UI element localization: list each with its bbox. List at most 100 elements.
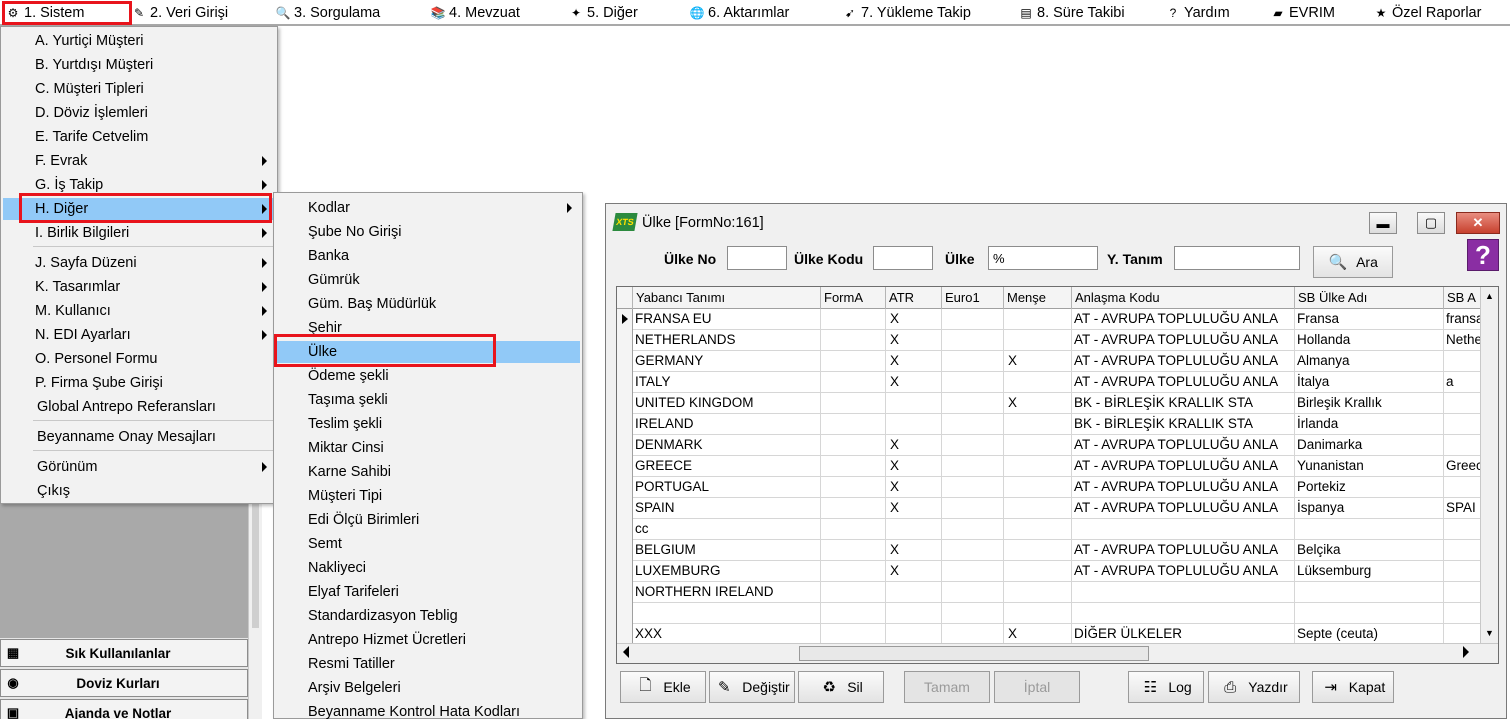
table-cell[interactable] [821, 498, 886, 519]
submenu-item-edi-olcu-birimleri[interactable]: Edi Ölçü Birimleri [276, 509, 580, 531]
table-cell[interactable]: X [886, 498, 942, 519]
table-cell[interactable] [1444, 603, 1484, 624]
table-row[interactable]: DENMARK X AT - AVRUPA TOPLULUĞU ANLA Danima… [617, 435, 1498, 456]
submenu-item-miktar-cinsi[interactable]: Miktar Cinsi [276, 437, 580, 459]
table-cell[interactable] [942, 414, 1004, 435]
table-cell[interactable] [821, 414, 886, 435]
table-cell[interactable]: X [886, 456, 942, 477]
table-cell[interactable] [942, 624, 1004, 645]
table-cell[interactable] [821, 330, 886, 351]
table-cell[interactable]: İtalya [1295, 372, 1444, 393]
table-cell[interactable] [942, 456, 1004, 477]
table-cell[interactable] [942, 351, 1004, 372]
table-row[interactable]: cc [617, 519, 1498, 540]
menu-item-i-birlik-bilgileri[interactable]: I. Birlik Bilgileri [3, 222, 275, 244]
submenu-item-antrepo-hizmet-ucretleri[interactable]: Antrepo Hizmet Ücretleri [276, 629, 580, 651]
scroll-right-arrow-icon[interactable] [1463, 646, 1469, 658]
table-row[interactable]: GERMANY X X AT - AVRUPA TOPLULUĞU ANLA Alman… [617, 351, 1498, 372]
table-cell[interactable]: X [1004, 393, 1072, 414]
table-cell[interactable]: AT - AVRUPA TOPLULUĞU ANLA [1072, 456, 1295, 477]
menu-item-p-firma-sube-girisi[interactable]: P. Firma Şube Girişi [3, 372, 275, 394]
table-cell[interactable] [942, 393, 1004, 414]
ulke-kodu-input[interactable] [873, 246, 933, 270]
left-panel-scrollbar[interactable] [248, 480, 262, 719]
submenu-item-tasima-sekli[interactable]: Taşıma şekli [276, 389, 580, 411]
table-row[interactable]: SPAIN X AT - AVRUPA TOPLULUĞU ANLA İspanya S… [617, 498, 1498, 519]
table-cell[interactable] [1004, 330, 1072, 351]
submenu-item-banka[interactable]: Banka [276, 245, 580, 267]
table-cell[interactable]: Greec [1444, 456, 1484, 477]
table-cell[interactable] [1004, 477, 1072, 498]
table-cell[interactable] [886, 393, 942, 414]
table-cell[interactable] [942, 498, 1004, 519]
table-cell[interactable]: DİĞER ÜLKELER [1072, 624, 1295, 645]
menu-item-global-antrepo-referanslari[interactable]: Global Antrepo Referansları [3, 396, 275, 418]
table-cell[interactable] [1444, 393, 1484, 414]
menu-4-mevzuat[interactable]: 📚 4. Mevzuat [431, 3, 520, 23]
table-cell[interactable] [1072, 519, 1295, 540]
menu-item-cikis[interactable]: Çıkış [3, 480, 275, 502]
column-header-yabanci-tanimi[interactable]: Yabancı Tanımı [633, 287, 821, 309]
menu-item-f-evrak[interactable]: F. Evrak [3, 150, 275, 172]
table-cell[interactable]: NORTHERN IRELAND [633, 582, 821, 603]
table-cell[interactable] [633, 603, 821, 624]
table-cell[interactable] [1444, 519, 1484, 540]
table-cell[interactable]: Birleşik Krallık [1295, 393, 1444, 414]
table-cell[interactable]: NETHERLANDS [633, 330, 821, 351]
table-cell[interactable]: X [886, 330, 942, 351]
submenu-item-karne-sahibi[interactable]: Karne Sahibi [276, 461, 580, 483]
column-header-sb-a[interactable]: SB A [1444, 287, 1484, 309]
table-cell[interactable] [1444, 477, 1484, 498]
table-row[interactable]: PORTUGAL X AT - AVRUPA TOPLULUĞU ANLA Porte… [617, 477, 1498, 498]
column-header-forma[interactable]: FormA [821, 287, 886, 309]
table-cell[interactable] [886, 624, 942, 645]
menu-yardim[interactable]: ? Yardım [1166, 3, 1230, 23]
table-cell[interactable] [942, 519, 1004, 540]
maximize-button[interactable]: ▢ [1417, 212, 1445, 234]
table-cell[interactable] [886, 414, 942, 435]
menu-3-sorgulama[interactable]: 🔍 3. Sorgulama [276, 3, 381, 23]
menu-item-d-doviz-islemleri[interactable]: D. Döviz İşlemleri [3, 102, 275, 124]
table-cell[interactable] [1004, 372, 1072, 393]
menu-item-h-diger[interactable]: H. Diğer [3, 198, 275, 220]
table-cell[interactable]: FRANSA EU [633, 309, 821, 330]
submenu-item-gum-bas-mudurluk[interactable]: Güm. Baş Müdürlük [276, 293, 580, 315]
table-cell[interactable]: LUXEMBURG [633, 561, 821, 582]
table-cell[interactable]: X [1004, 624, 1072, 645]
table-cell[interactable]: PORTUGAL [633, 477, 821, 498]
table-cell[interactable]: AT - AVRUPA TOPLULUĞU ANLA [1072, 351, 1295, 372]
table-cell[interactable] [821, 456, 886, 477]
table-cell[interactable]: X [1004, 351, 1072, 372]
table-cell[interactable]: BELGIUM [633, 540, 821, 561]
table-cell[interactable] [1444, 414, 1484, 435]
menu-8-sure-takibi[interactable]: ▤ 8. Süre Takibi [1019, 3, 1124, 23]
table-cell[interactable] [1444, 351, 1484, 372]
grid-horizontal-scrollbar[interactable] [617, 643, 1498, 663]
table-cell[interactable]: X [886, 561, 942, 582]
submenu-item-ulke[interactable]: Ülke [276, 341, 580, 363]
menu-6-aktarimlar[interactable]: 🌐 6. Aktarımlar [690, 3, 790, 23]
table-cell[interactable] [1004, 540, 1072, 561]
table-cell[interactable] [821, 351, 886, 372]
table-cell[interactable]: SPAIN [633, 498, 821, 519]
menu-item-c-musteri-tipleri[interactable]: C. Müşteri Tipleri [3, 78, 275, 100]
grid-vertical-scrollbar[interactable]: ▲ ▼ [1480, 287, 1498, 643]
column-header-euro1[interactable]: Euro1 [942, 287, 1004, 309]
table-cell[interactable]: a [1444, 372, 1484, 393]
menu-item-a-yurtici-musteri[interactable]: A. Yurtiçi Müşteri [3, 30, 275, 52]
table-cell[interactable]: Septe (ceuta) [1295, 624, 1444, 645]
table-cell[interactable] [1295, 603, 1444, 624]
help-icon[interactable]: ? [1467, 239, 1499, 271]
submenu-item-arsiv-belgeleri[interactable]: Arşiv Belgeleri [276, 677, 580, 699]
table-cell[interactable]: X [886, 309, 942, 330]
scroll-up-arrow-icon[interactable]: ▲ [1481, 287, 1498, 304]
table-cell[interactable] [942, 309, 1004, 330]
table-cell[interactable]: AT - AVRUPA TOPLULUĞU ANLA [1072, 498, 1295, 519]
submenu-item-nakliyeci[interactable]: Nakliyeci [276, 557, 580, 579]
column-header-anlasma-kodu[interactable]: Anlaşma Kodu [1072, 287, 1295, 309]
table-cell[interactable]: X [886, 372, 942, 393]
table-cell[interactable] [886, 603, 942, 624]
table-cell[interactable]: Almanya [1295, 351, 1444, 372]
column-header-mense[interactable]: Menşe [1004, 287, 1072, 309]
submenu-item-gumruk[interactable]: Gümrük [276, 269, 580, 291]
